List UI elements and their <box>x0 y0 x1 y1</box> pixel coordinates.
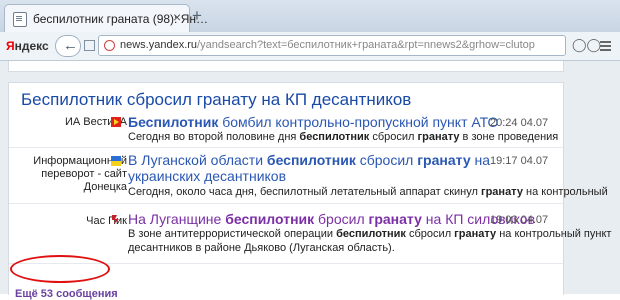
source-logo-icon <box>111 117 121 127</box>
previous-card <box>8 61 564 72</box>
news-time: 19:03 04.07 <box>490 214 549 226</box>
menu-icon[interactable] <box>600 41 611 43</box>
news-title[interactable]: На Луганщине беспилотник бросил гранату … <box>128 211 535 227</box>
news-snippet-continued: десантников в районе Дьяково (Луганская … <box>128 242 395 254</box>
source-logo-icon <box>112 215 119 224</box>
url-text: news.yandex.ru/yandsearch?text=беспилотн… <box>120 39 535 51</box>
yandex-logo-rest: ндекс <box>14 39 49 53</box>
news-snippet: В зоне антитеррористической операции бес… <box>128 228 612 240</box>
divider <box>9 147 563 148</box>
browser-tab[interactable]: беспилотник граната (98): Ян… × <box>4 4 208 32</box>
address-bar[interactable]: news.yandex.ru/yandsearch?text=беспилотн… <box>98 35 566 56</box>
story-headline[interactable]: Беспилотник сбросил гранату на КП десант… <box>21 90 411 110</box>
site-icon <box>104 40 115 51</box>
glasses-icon[interactable]: ◯◯ <box>572 37 601 53</box>
news-title-continued[interactable]: украинских десантников <box>128 168 286 184</box>
news-title[interactable]: Беспилотник бомбил контрольно-пропускной… <box>128 114 498 130</box>
page-icon <box>13 12 27 27</box>
tab-title: беспилотник граната (98): Ян… <box>33 12 209 26</box>
more-messages-link[interactable]: Ещё 53 сообщения <box>15 288 118 300</box>
back-button[interactable]: ← <box>55 35 81 57</box>
news-snippet: Сегодня во второй половине дня беспилотн… <box>128 131 559 143</box>
yandex-logo[interactable]: Яндекс <box>6 39 49 53</box>
tableau-icon[interactable] <box>84 40 95 51</box>
news-snippet: Сегодня, около часа дня, беспилотный лет… <box>128 186 608 198</box>
new-tab-button[interactable]: + <box>192 7 202 24</box>
close-tab-icon[interactable]: × <box>173 10 181 24</box>
divider <box>9 203 563 204</box>
news-time: 19:17 04.07 <box>490 155 549 167</box>
url-host: news.yandex.ru <box>120 39 198 51</box>
source-logo-icon <box>111 156 121 166</box>
arrow-left-icon: ← <box>63 37 78 54</box>
url-path: /yandsearch?text=беспилотник+граната&rpt… <box>197 39 535 51</box>
highlight-circle <box>10 255 110 283</box>
news-time: 20:24 04.07 <box>490 117 549 129</box>
news-title[interactable]: В Луганской области беспилотник сбросил … <box>128 152 490 168</box>
tab-strip: беспилотник граната (98): Ян… × + <box>0 0 620 32</box>
